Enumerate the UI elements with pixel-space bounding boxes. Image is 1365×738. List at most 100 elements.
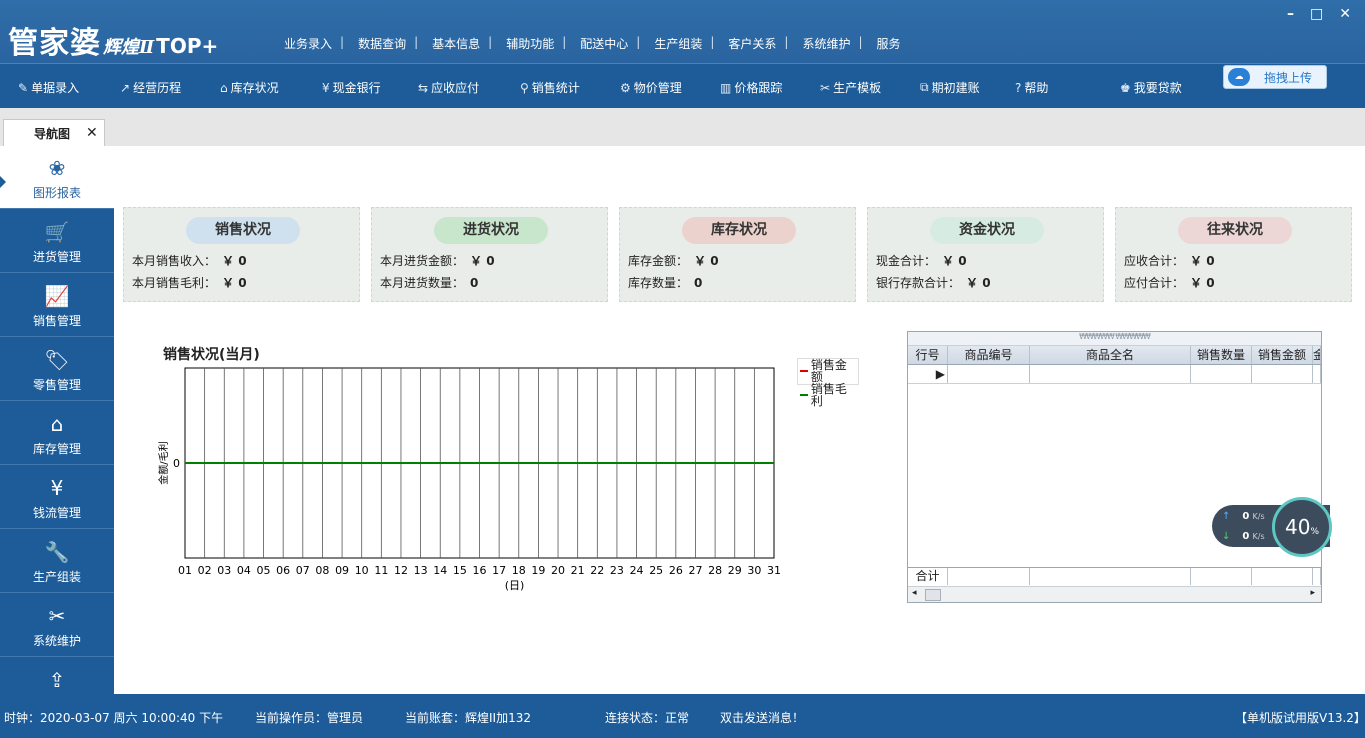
menu-item-7[interactable]: 系统维护 [788,35,858,52]
maximize-button[interactable]: □ [1310,6,1323,22]
horizontal-scrollbar[interactable]: ◂ ▸ [908,586,1321,602]
minimize-button[interactable]: – [1287,6,1294,22]
grid-drag-handle[interactable]: ₩₩₩₩₩ ₩₩₩₩₩ [908,332,1321,346]
column-header[interactable]: 商品编号 [948,346,1030,364]
scroll-left-icon[interactable]: ◂ [912,588,917,598]
drag-upload-button[interactable]: ☁ 拖拽上传 [1223,65,1327,89]
table-cell[interactable] [1252,365,1313,383]
card-row-label: 库存数量： [628,276,689,290]
toolbar-button-11[interactable]: ♚ 我要贷款 [1120,79,1182,96]
toolbar-label: 现金银行 [332,81,381,95]
bar-chart-icon: ▥ [720,80,732,95]
menu-item-2[interactable]: 基本信息 [418,35,488,52]
x-tick-label: 05 [257,564,271,577]
column-header[interactable]: 销售金额 [1252,346,1313,364]
sidebar-item-2[interactable]: 📈 销售管理 [0,274,114,337]
toolbar-button-3[interactable]: ¥ 现金银行 [322,79,381,96]
menu-item-8[interactable]: 服务 [863,35,909,52]
sidebar-item-0[interactable]: ❀ 图形报表 [0,146,114,209]
x-tick-label: 07 [296,564,310,577]
card-row-label: 银行存款合计： [876,276,961,290]
memory-gauge[interactable]: 40% [1272,497,1332,557]
help-icon: ? [1015,80,1022,95]
upload-arrow-icon: ↑ [1222,511,1231,522]
sales-grid: ₩₩₩₩₩ ₩₩₩₩₩ 行号商品编号商品全名销售数量销售金额金 ▶ 合计 ◂ ▸ [907,331,1322,603]
card-title[interactable]: 库存状况 [682,217,796,244]
toolbar-button-6[interactable]: ⚙ 物价管理 [620,79,682,96]
y-axis-label: 金额/毛利 [157,441,170,484]
scroll-right-icon[interactable]: ▸ [1310,588,1315,598]
column-header[interactable]: 商品全名 [1030,346,1191,364]
toolbar-button-10[interactable]: ? 帮助 [1015,79,1048,96]
sidebar-item-6[interactable]: 🔧 生产组装 [0,530,114,593]
legend-item-sales-amount: 销售金额 [800,359,858,383]
table-cell[interactable] [1191,365,1252,383]
card-title[interactable]: 往来状况 [1178,217,1292,244]
sidebar-item-4[interactable]: ⌂ 库存管理 [0,402,114,465]
summary-card-1: 进货状况 本月进货金额： ￥ 0 本月进货数量： 0 [371,207,608,302]
status-version: 【单机版试用版V13.2】 [1235,711,1365,725]
toolbar-button-7[interactable]: ▥ 价格跟踪 [720,79,782,96]
sidebar-item-1[interactable]: 🛒 进货管理 [0,210,114,273]
summary-card-3: 资金状况 现金合计： ￥ 0 银行存款合计： ￥ 0 [867,207,1104,302]
card-title[interactable]: 资金状况 [930,217,1044,244]
toolbar-button-5[interactable]: ⚲ 销售统计 [520,79,580,96]
column-header[interactable]: 金 [1313,346,1321,364]
x-tick-label: 27 [688,564,702,577]
table-cell[interactable] [1030,365,1191,383]
sidebar-item-label: 生产组装 [32,570,81,584]
card-row: 应收合计： ￥ 0 [1124,252,1215,269]
toolbar-label: 价格跟踪 [734,81,783,95]
menu-item-3[interactable]: 辅助功能 [492,35,562,52]
sidebar-item-3[interactable]: 🏷 零售管理 [0,338,114,401]
x-tick-label: 16 [473,564,487,577]
menu-item-6[interactable]: 客户关系 [714,35,784,52]
card-row-label: 本月销售毛利： [132,276,217,290]
toolbar-button-2[interactable]: ⌂ 库存状况 [220,79,279,96]
menu-item-4[interactable]: 配送中心 [566,35,636,52]
table-cell[interactable]: ▶ [908,365,948,383]
card-title[interactable]: 销售状况 [186,217,300,244]
x-tick-label: 12 [394,564,408,577]
scroll-thumb[interactable] [925,589,941,601]
toolbar-button-9[interactable]: ⧉ 期初建账 [920,79,980,96]
sidebar-item-7[interactable]: ✂ 系统维护 [0,594,114,657]
toolbar-label: 帮助 [1024,81,1049,95]
table-cell[interactable] [948,365,1030,383]
card-row: 本月进货金额： ￥ 0 [380,252,495,269]
menu-item-1[interactable]: 数据查询 [344,35,414,52]
send-message-link[interactable]: 双击发送消息！ [720,709,804,726]
close-tab-icon[interactable]: ✕ [86,125,98,141]
toolbar-button-0[interactable]: ✎ 单据录入 [18,79,79,96]
status-account: 当前账套：辉煌II加132 [405,711,531,725]
card-row: 应付合计： ￥ 0 [1124,274,1215,291]
summary-card-0: 销售状况 本月销售收入： ￥ 0 本月销售毛利： ￥ 0 [123,207,360,302]
x-tick-label: 31 [767,564,781,577]
column-header[interactable]: 销售数量 [1191,346,1252,364]
card-row-label: 应收合计： [1124,254,1185,268]
card-title[interactable]: 进货状况 [434,217,548,244]
card-row: 银行存款合计： ￥ 0 [876,274,991,291]
x-tick-label: 14 [433,564,447,577]
toolbar-button-8[interactable]: ✂ 生产模板 [820,79,881,96]
sidebar-item-5[interactable]: ¥ 钱流管理 [0,466,114,529]
footer-cell [1191,568,1252,585]
gear-icon: ⚙ [620,80,631,95]
menu-item-0[interactable]: 业务录入 [270,35,340,52]
x-tick-label: 23 [610,564,624,577]
column-header[interactable]: 行号 [908,346,948,364]
close-button[interactable]: ✕ [1339,6,1351,22]
money-icon: ¥ [50,476,64,500]
x-tick-label: 20 [551,564,565,577]
menu-item-5[interactable]: 生产组装 [640,35,710,52]
x-tick-label: 21 [571,564,585,577]
card-row: 本月销售毛利： ￥ 0 [132,274,247,291]
chart-legend: 销售金额 销售毛利 [797,358,859,407]
x-tick-label: 08 [315,564,329,577]
table-row[interactable]: ▶ [908,365,1321,384]
tab-navigation[interactable]: 导航图 ✕ [3,119,105,146]
table-cell[interactable] [1313,365,1321,383]
x-tick-label: 09 [335,564,349,577]
toolbar-button-1[interactable]: ↗ 经营历程 [120,79,181,96]
toolbar-button-4[interactable]: ⇆ 应收应付 [418,79,479,96]
